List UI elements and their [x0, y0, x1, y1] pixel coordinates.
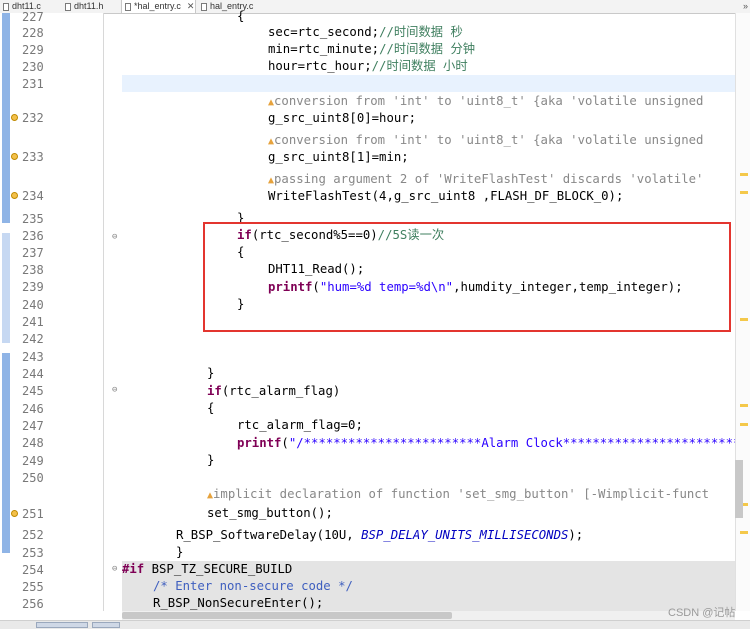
line-number: 228: [22, 26, 44, 40]
code-line[interactable]: hour=rtc_hour;//时间数据 小时: [268, 58, 468, 75]
left-marker-bar: [0, 13, 10, 611]
line-number: 250: [22, 471, 44, 485]
warning-icon[interactable]: [11, 114, 18, 121]
tab-overflow-icon[interactable]: »: [743, 0, 748, 13]
status-item[interactable]: [92, 622, 120, 628]
warning-marker[interactable]: [740, 423, 748, 426]
warning-icon[interactable]: [11, 192, 18, 199]
c-file-icon: [201, 2, 207, 11]
status-item[interactable]: [36, 622, 88, 628]
tab-hal-entry-active[interactable]: *hal_entry.c ✕: [121, 0, 196, 13]
line-number: 237: [22, 246, 44, 260]
inline-warning: ▲conversion from 'int' to 'uint8_t' {aka…: [268, 133, 704, 147]
line-number: 246: [22, 402, 44, 416]
line-number: 239: [22, 280, 44, 294]
line-number: 227: [22, 10, 44, 24]
change-marker: [2, 233, 10, 343]
code-line[interactable]: sec=rtc_second;//时间数据 秒: [268, 24, 463, 41]
highlight-annotation-box: [203, 222, 731, 332]
line-number: 235: [22, 212, 44, 226]
editor-tab-bar: dht11.c dht11.h *hal_entry.c ✕ hal_entry…: [0, 0, 750, 14]
line-number: 253: [22, 546, 44, 560]
fold-collapse-icon[interactable]: ⊖: [112, 564, 117, 574]
code-line[interactable]: }: [207, 452, 214, 469]
line-number: 240: [22, 298, 44, 312]
line-number: 244: [22, 367, 44, 381]
line-number: 234: [22, 189, 44, 203]
code-line[interactable]: {: [237, 8, 244, 25]
inline-warning: ▲conversion from 'int' to 'uint8_t' {aka…: [268, 94, 704, 108]
vertical-scrollbar-thumb[interactable]: [735, 460, 743, 518]
overview-ruler[interactable]: [735, 13, 750, 611]
close-icon[interactable]: ✕: [187, 0, 195, 13]
current-line-highlight: [122, 75, 735, 92]
code-line[interactable]: {: [207, 400, 214, 417]
line-number: 252: [22, 528, 44, 542]
line-number: 256: [22, 597, 44, 611]
line-number: 243: [22, 350, 44, 364]
code-line[interactable]: WriteFlashTest(4,g_src_uint8 ,FLASH_DF_B…: [268, 188, 623, 205]
line-number: 233: [22, 150, 44, 164]
warning-marker[interactable]: [740, 531, 748, 534]
warning-marker[interactable]: [740, 318, 748, 321]
line-number: 231: [22, 77, 44, 91]
code-line[interactable]: }: [176, 544, 183, 561]
warning-icon[interactable]: [11, 510, 18, 517]
fold-collapse-icon[interactable]: ⊖: [112, 232, 117, 242]
line-number: 248: [22, 436, 44, 450]
code-line[interactable]: printf("/************************Alarm C…: [237, 435, 735, 452]
code-line[interactable]: min=rtc_minute;//时间数据 分钟: [268, 41, 475, 58]
line-number: 230: [22, 60, 44, 74]
code-line[interactable]: R_BSP_NonSecureEnter();: [153, 595, 323, 611]
change-marker: [2, 353, 10, 553]
horizontal-scrollbar-thumb[interactable]: [122, 612, 452, 619]
watermark: CSDN @记帖: [668, 607, 736, 619]
change-marker: [2, 13, 10, 223]
c-file-icon: [125, 2, 131, 11]
code-line[interactable]: g_src_uint8[0]=hour;: [268, 110, 416, 127]
code-line[interactable]: if(rtc_alarm_flag): [207, 383, 340, 400]
line-number: 249: [22, 454, 44, 468]
code-line[interactable]: }: [207, 365, 214, 382]
fold-collapse-icon[interactable]: ⊖: [112, 385, 117, 395]
line-number: 251: [22, 507, 44, 521]
code-line[interactable]: set_smg_button();: [207, 505, 333, 522]
warning-marker[interactable]: [740, 404, 748, 407]
warning-icon[interactable]: [11, 153, 18, 160]
c-file-icon: [3, 2, 9, 11]
inline-warning: ▲passing argument 2 of 'WriteFlashTest' …: [268, 172, 704, 186]
line-number: 242: [22, 332, 44, 346]
line-number: 241: [22, 315, 44, 329]
warning-marker[interactable]: [740, 173, 748, 176]
tab-hal-entry[interactable]: hal_entry.c: [198, 0, 262, 13]
line-number: 232: [22, 111, 44, 125]
code-line[interactable]: R_BSP_SoftwareDelay(10U, BSP_DELAY_UNITS…: [176, 527, 583, 544]
line-number: 229: [22, 43, 44, 57]
code-line[interactable]: /* Enter non-secure code */: [153, 578, 353, 595]
line-number: 238: [22, 263, 44, 277]
line-number: 255: [22, 580, 44, 594]
code-line[interactable]: rtc_alarm_flag=0;: [237, 417, 363, 434]
inline-warning: ▲implicit declaration of function 'set_s…: [207, 487, 710, 501]
line-number: 236: [22, 229, 44, 243]
line-number: 247: [22, 419, 44, 433]
code-line[interactable]: g_src_uint8[1]=min;: [268, 149, 409, 166]
warning-marker[interactable]: [740, 191, 748, 194]
gutter-divider: [103, 13, 104, 611]
line-number: 254: [22, 563, 44, 577]
code-line[interactable]: #if BSP_TZ_SECURE_BUILD: [122, 561, 292, 578]
line-number: 245: [22, 384, 44, 398]
tab-dht11-h[interactable]: dht11.h: [62, 0, 118, 13]
line-number-gutter: 227 228 229 230 231 232 233 234 235 236 …: [10, 10, 103, 611]
